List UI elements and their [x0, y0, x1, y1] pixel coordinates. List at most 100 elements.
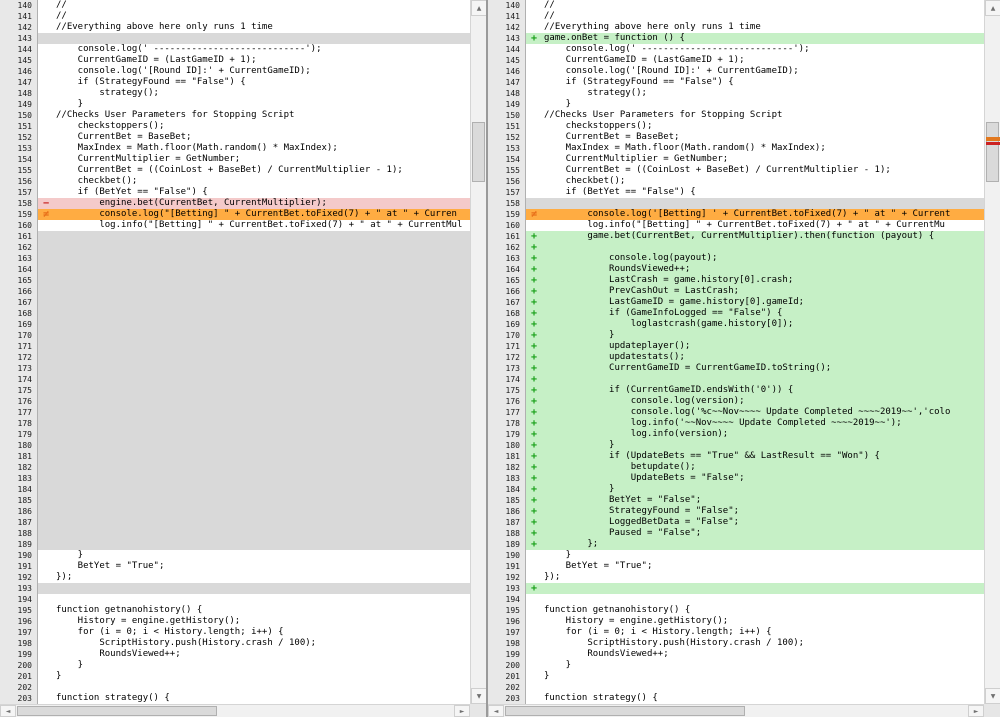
code-row[interactable]: 194 — [0, 594, 470, 605]
code-row[interactable]: 200 } — [488, 660, 984, 671]
right-code-area[interactable]: 140//141//142//Everything above here onl… — [488, 0, 984, 704]
code-row[interactable]: 166+ PrevCashOut = LastCrash; — [488, 286, 984, 297]
code-row[interactable]: 164 — [0, 264, 470, 275]
code-row[interactable]: 188 — [0, 528, 470, 539]
left-horizontal-scrollbar[interactable]: ◄ ► — [0, 704, 470, 717]
code-row[interactable]: 157 if (BetYet == "False") { — [488, 187, 984, 198]
code-row[interactable]: 150//Checks User Parameters for Stopping… — [488, 110, 984, 121]
left-vertical-scrollbar[interactable]: ▲ ▼ — [470, 0, 486, 704]
code-row[interactable]: 169 — [0, 319, 470, 330]
code-row[interactable]: 173+ CurrentGameID = CurrentGameID.toStr… — [488, 363, 984, 374]
code-row[interactable]: 192}); — [0, 572, 470, 583]
code-row[interactable]: 160 log.info("[Betting] " + CurrentBet.t… — [488, 220, 984, 231]
code-row[interactable]: 142//Everything above here only runs 1 t… — [488, 22, 984, 33]
code-row[interactable]: 166 — [0, 286, 470, 297]
code-row[interactable]: 169+ loglastcrash(game.history[0]); — [488, 319, 984, 330]
code-row[interactable]: 159≠ console.log("[Betting] " + CurrentB… — [0, 209, 470, 220]
right-vscroll-thumb[interactable] — [986, 122, 999, 182]
code-row[interactable]: 149 } — [0, 99, 470, 110]
code-row[interactable]: 171+ updateplayer(); — [488, 341, 984, 352]
left-code-area[interactable]: 140//141//142//Everything above here onl… — [0, 0, 470, 704]
code-row[interactable]: 199 RoundsViewed++; — [0, 649, 470, 660]
code-row[interactable]: 147 if (StrategyFound == "False") { — [488, 77, 984, 88]
code-row[interactable]: 165+ LastCrash = game.history[0].crash; — [488, 275, 984, 286]
code-row[interactable]: 154 CurrentMultiplier = GetNumber; — [488, 154, 984, 165]
left-hscroll-thumb[interactable] — [17, 706, 217, 716]
code-row[interactable]: 156 checkbet(); — [0, 176, 470, 187]
code-row[interactable]: 195function getnanohistory() { — [488, 605, 984, 616]
scroll-down-arrow-icon[interactable]: ▼ — [471, 688, 487, 704]
code-row[interactable]: 184 — [0, 484, 470, 495]
code-row[interactable]: 143+game.onBet = function () { — [488, 33, 984, 44]
code-row[interactable]: 177 — [0, 407, 470, 418]
code-row[interactable]: 172+ updatestats(); — [488, 352, 984, 363]
code-row[interactable]: 193 — [0, 583, 470, 594]
code-row[interactable]: 178 — [0, 418, 470, 429]
code-row[interactable]: 160 log.info("[Betting] " + CurrentBet.t… — [0, 220, 470, 231]
code-row[interactable]: 193+ — [488, 583, 984, 594]
code-row[interactable]: 183 — [0, 473, 470, 484]
code-row[interactable]: 182+ betupdate(); — [488, 462, 984, 473]
code-row[interactable]: 176+ console.log(version); — [488, 396, 984, 407]
code-row[interactable]: 187+ LoggedBetData = "False"; — [488, 517, 984, 528]
code-row[interactable]: 175+ if (CurrentGameID.endsWith('0')) { — [488, 385, 984, 396]
code-row[interactable]: 194 — [488, 594, 984, 605]
code-row[interactable]: 155 CurrentBet = ((CoinLost + BaseBet) /… — [0, 165, 470, 176]
code-row[interactable]: 149 } — [488, 99, 984, 110]
scroll-left-arrow-icon[interactable]: ◄ — [488, 705, 504, 717]
code-row[interactable]: 146 console.log('[Round ID]:' + CurrentG… — [0, 66, 470, 77]
code-row[interactable]: 162 — [0, 242, 470, 253]
code-row[interactable]: 197 for (i = 0; i < History.length; i++)… — [488, 627, 984, 638]
code-row[interactable]: 174 — [0, 374, 470, 385]
code-row[interactable]: 151 checkstoppers(); — [488, 121, 984, 132]
code-row[interactable]: 141// — [0, 11, 470, 22]
code-row[interactable]: 196 History = engine.getHistory(); — [488, 616, 984, 627]
code-row[interactable]: 157 if (BetYet == "False") { — [0, 187, 470, 198]
code-row[interactable]: 141// — [488, 11, 984, 22]
code-row[interactable]: 189+ }; — [488, 539, 984, 550]
code-row[interactable]: 147 if (StrategyFound == "False") { — [0, 77, 470, 88]
right-vertical-scrollbar[interactable]: ▲ ▼ — [984, 0, 1000, 704]
code-row[interactable]: 195function getnanohistory() { — [0, 605, 470, 616]
code-row[interactable]: 171 — [0, 341, 470, 352]
code-row[interactable]: 143 — [0, 33, 470, 44]
code-row[interactable]: 150//Checks User Parameters for Stopping… — [0, 110, 470, 121]
code-row[interactable]: 187 — [0, 517, 470, 528]
code-row[interactable]: 181 — [0, 451, 470, 462]
code-row[interactable]: 151 checkstoppers(); — [0, 121, 470, 132]
code-row[interactable]: 168+ if (GameInfoLogged == "False") { — [488, 308, 984, 319]
code-row[interactable]: 196 History = engine.getHistory(); — [0, 616, 470, 627]
code-row[interactable]: 180 — [0, 440, 470, 451]
code-row[interactable]: 146 console.log('[Round ID]:' + CurrentG… — [488, 66, 984, 77]
code-row[interactable]: 202 — [488, 682, 984, 693]
code-row[interactable]: 155 CurrentBet = ((CoinLost + BaseBet) /… — [488, 165, 984, 176]
code-row[interactable]: 186 — [0, 506, 470, 517]
code-row[interactable]: 167 — [0, 297, 470, 308]
code-row[interactable]: 178+ log.info('~~Nov~~~~ Update Complete… — [488, 418, 984, 429]
code-row[interactable]: 145 CurrentGameID = (LastGameID + 1); — [0, 55, 470, 66]
right-hscroll-thumb[interactable] — [505, 706, 745, 716]
code-row[interactable]: 144 console.log(' ----------------------… — [0, 44, 470, 55]
code-row[interactable]: 158− engine.bet(CurrentBet, CurrentMulti… — [0, 198, 470, 209]
code-row[interactable]: 170+ } — [488, 330, 984, 341]
code-row[interactable]: 177+ console.log('%c~~Nov~~~~ Update Com… — [488, 407, 984, 418]
code-row[interactable]: 203function strategy() { — [0, 693, 470, 704]
right-horizontal-scrollbar[interactable]: ◄ ► — [488, 704, 984, 717]
code-row[interactable]: 144 console.log(' ----------------------… — [488, 44, 984, 55]
code-row[interactable]: 180+ } — [488, 440, 984, 451]
code-row[interactable]: 202 — [0, 682, 470, 693]
code-row[interactable]: 199 RoundsViewed++; — [488, 649, 984, 660]
code-row[interactable]: 175 — [0, 385, 470, 396]
code-row[interactable]: 188+ Paused = "False"; — [488, 528, 984, 539]
code-row[interactable]: 140// — [488, 0, 984, 11]
code-row[interactable]: 201} — [488, 671, 984, 682]
code-row[interactable]: 198 ScriptHistory.push(History.crash / 1… — [488, 638, 984, 649]
code-row[interactable]: 173 — [0, 363, 470, 374]
code-row[interactable]: 183+ UpdateBets = "False"; — [488, 473, 984, 484]
code-row[interactable]: 190 } — [0, 550, 470, 561]
code-row[interactable]: 167+ LastGameID = game.history[0].gameId… — [488, 297, 984, 308]
code-row[interactable]: 163+ console.log(payout); — [488, 253, 984, 264]
code-row[interactable]: 179+ log.info(version); — [488, 429, 984, 440]
code-row[interactable]: 192}); — [488, 572, 984, 583]
scroll-up-arrow-icon[interactable]: ▲ — [985, 0, 1000, 16]
